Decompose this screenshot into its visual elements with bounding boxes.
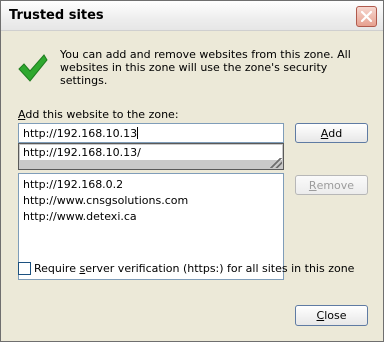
title-bar[interactable]: Trusted sites xyxy=(1,1,383,31)
add-website-label: Add this website to the zone: xyxy=(18,108,179,121)
require-server-verification-checkbox[interactable] xyxy=(18,262,31,275)
list-item[interactable]: http://www.detexi.ca xyxy=(23,209,279,225)
require-server-verification-option[interactable]: Require server verification (https:) for… xyxy=(18,262,354,275)
green-checkmark-icon xyxy=(18,54,48,82)
list-item[interactable]: http://www.cnsgsolutions.com xyxy=(23,193,279,209)
add-button[interactable]: Add xyxy=(295,123,368,143)
website-url-input[interactable]: http://192.168.10.13 xyxy=(18,123,284,143)
text-caret xyxy=(137,127,139,139)
require-server-verification-label[interactable]: Require server verification (https:) for… xyxy=(34,262,354,275)
list-item[interactable]: http://192.168.0.2 xyxy=(23,177,279,193)
close-x-icon xyxy=(361,11,372,22)
window-close-button[interactable] xyxy=(356,6,377,27)
remove-button[interactable]: Remove xyxy=(295,175,368,195)
resize-grip-icon[interactable] xyxy=(270,158,282,168)
window-title: Trusted sites xyxy=(9,8,104,23)
autocomplete-dropdown[interactable]: http://192.168.10.13/ xyxy=(18,143,284,170)
autocomplete-suggestion[interactable]: http://192.168.10.13/ xyxy=(20,145,282,160)
trusted-sites-dialog: Trusted sites You can add and remove web… xyxy=(0,0,384,342)
close-button[interactable]: Close xyxy=(295,305,368,326)
dialog-body: You can add and remove websites from thi… xyxy=(1,32,383,341)
zone-info-text: You can add and remove websites from thi… xyxy=(60,48,351,87)
